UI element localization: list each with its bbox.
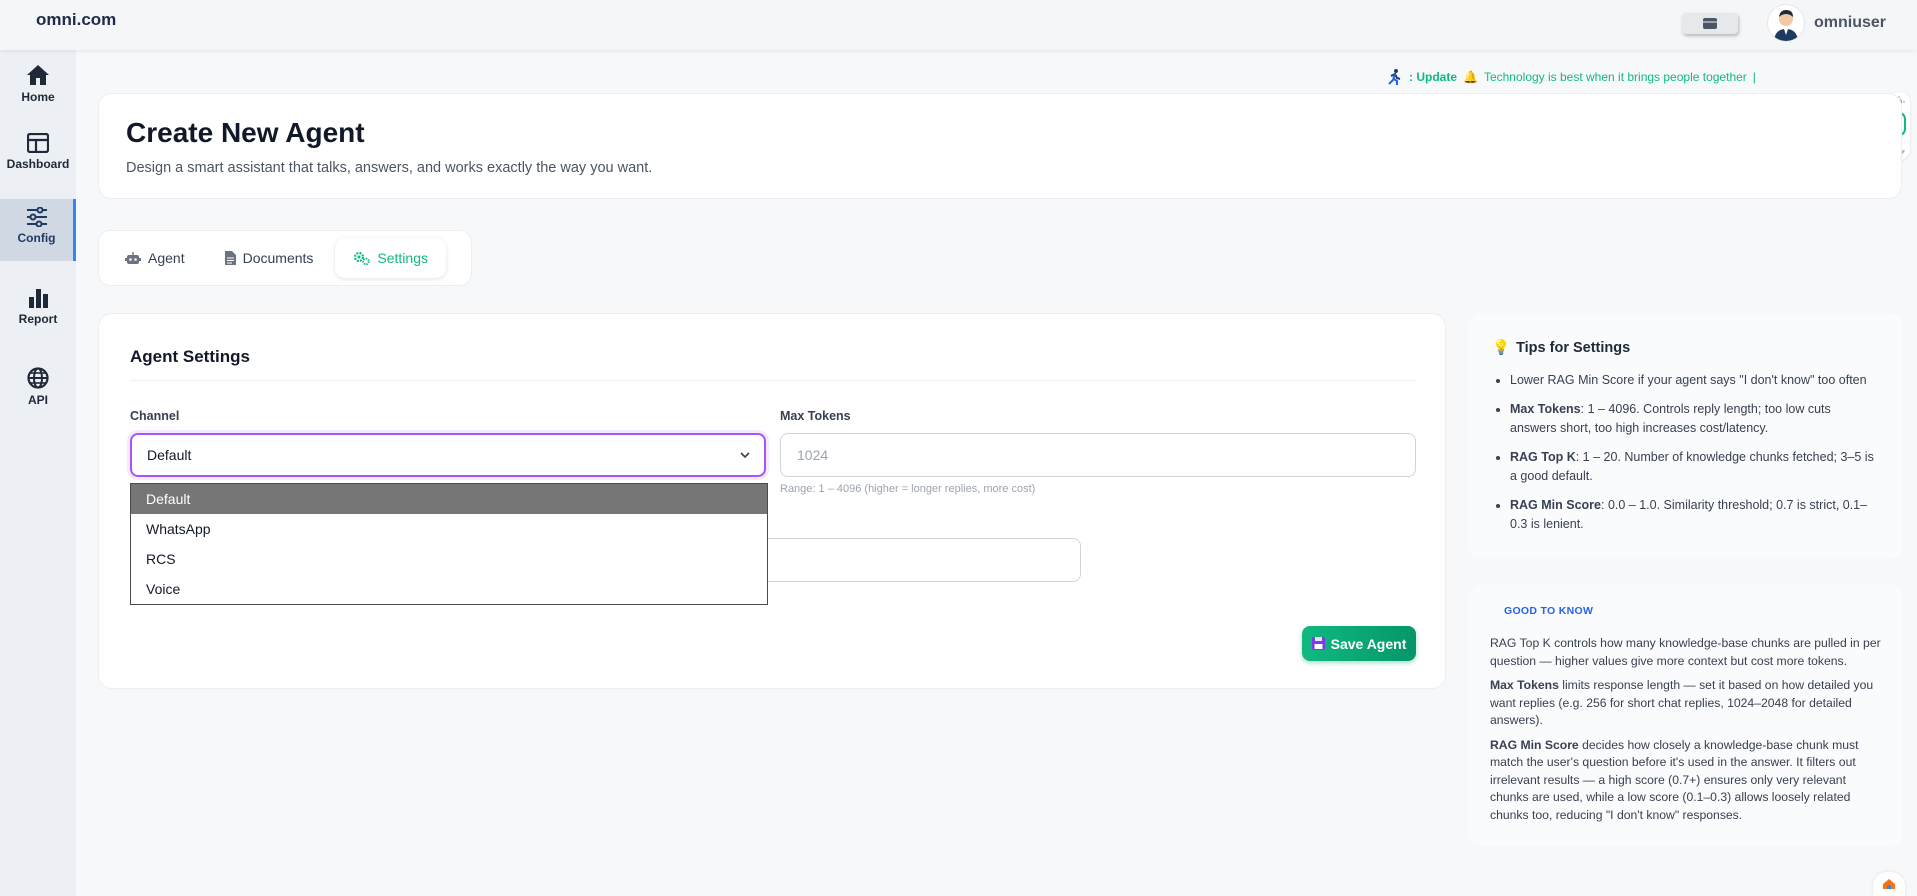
info-paragraph: RAG Top K controls how many knowledge-ba… [1490,635,1886,670]
channel-dropdown-list: Default WhatsApp RCS Voice [130,483,768,605]
info-term: Max Tokens [1490,678,1559,692]
agent-settings-card: Agent Settings Channel Default Max Token… [98,313,1446,689]
tab-label: Settings [377,250,428,266]
tip-term: RAG Min Score [1510,498,1601,512]
sidebar-item-home[interactable]: Home [0,56,76,118]
tab-documents[interactable]: Documents [207,238,332,278]
good-to-know-card: GOOD TO KNOW RAG Top K controls how many… [1468,584,1903,846]
tips-title: 💡 Tips for Settings [1492,339,1631,357]
divider [130,380,1416,381]
sidebar-item-dashboard[interactable]: Dashboard [0,125,76,187]
page-header: Create New Agent Design a smart assistan… [98,93,1902,199]
info-paragraph: Max Tokens limits response length — set … [1490,677,1886,730]
tab-label: Documents [242,250,314,266]
save-agent-button[interactable]: Save Agent [1302,626,1416,661]
channel-select[interactable]: Default [130,433,766,477]
channel-option-rcs[interactable]: RCS [131,544,767,574]
max-tokens-hint: Range: 1 – 4096 (higher = longer replies… [780,483,1036,495]
ticker-cursor: | [1752,70,1756,84]
channel-option-whatsapp[interactable]: WhatsApp [131,514,767,544]
dashboard-icon [27,133,49,153]
tip-item: Lower RAG Min Score if your agent says "… [1510,371,1880,390]
tab-bar: Agent Documents Settings [98,230,472,286]
sidebar-item-label: Home [21,90,55,104]
tips-title-text: Tips for Settings [1516,339,1631,356]
help-widget-button[interactable] [1873,872,1905,896]
good-to-know-title: GOOD TO KNOW [1504,605,1594,617]
tip-text: Lower RAG Min Score if your agent says "… [1510,373,1867,387]
document-icon [224,251,236,265]
save-button-label: Save Agent [1330,635,1407,652]
globe-icon [27,367,49,389]
tab-label: Agent [148,250,185,266]
sidebar: Home Dashboard Config Report API [0,50,76,896]
good-to-know-body: RAG Top K controls how many knowledge-ba… [1490,635,1886,831]
channel-selected-value: Default [147,447,192,463]
tip-term: RAG Top K [1510,450,1576,464]
tab-settings[interactable]: Settings [335,238,446,278]
chevron-down-icon [740,452,750,459]
sidebar-item-api[interactable]: API [0,359,76,421]
ticker-prefix: : Update [1409,70,1457,84]
channel-option-default[interactable]: Default [131,484,767,514]
card-icon [1703,18,1717,29]
tip-item: RAG Top K: 1 – 20. Number of knowledge c… [1510,448,1880,486]
section-title: Agent Settings [130,347,250,366]
info-text: RAG Top K controls how many knowledge-ba… [1490,636,1881,668]
sidebar-item-report[interactable]: Report [0,280,76,342]
wallet-button[interactable] [1682,13,1738,34]
tip-term: Max Tokens [1510,402,1581,416]
sidebar-item-label: Config [17,231,56,245]
house-icon [1883,879,1895,889]
info-paragraph: RAG Min Score decides how closely a know… [1490,737,1886,825]
sidebar-item-label: Dashboard [6,157,70,171]
home-icon [27,65,49,85]
running-person-icon [1388,69,1401,85]
lightbulb-icon: 💡 [1492,340,1511,356]
avatar-icon [1774,10,1798,41]
brand-logo[interactable]: omni.com [36,10,116,30]
channel-label: Channel [130,409,180,423]
sliders-icon [26,207,47,227]
page-title: Create New Agent [126,117,365,148]
ticker-message: Technology is best when it brings people… [1483,70,1747,84]
tab-agent[interactable]: Agent [107,238,203,278]
max-tokens-label: Max Tokens [780,409,851,423]
update-ticker: : Update 🔔 Technology is best when it br… [1385,68,1756,86]
user-avatar[interactable] [1768,5,1804,41]
username[interactable]: omniuser [1814,14,1886,32]
tip-item: Max Tokens: 1 – 4096. Controls reply len… [1510,400,1880,438]
sidebar-item-config[interactable]: Config [0,199,76,261]
tips-list: Lower RAG Min Score if your agent says "… [1510,371,1880,544]
page-subtitle: Design a smart assistant that talks, ans… [126,160,653,176]
tip-item: RAG Min Score: 0.0 – 1.0. Similarity thr… [1510,496,1880,534]
top-bar: omni.com omniuser [0,0,1917,50]
tips-card: 💡 Tips for Settings Lower RAG Min Score … [1468,313,1903,559]
channel-option-voice[interactable]: Voice [131,574,767,604]
sidebar-item-label: API [27,393,48,407]
floppy-disk-icon [1311,637,1325,650]
bell-icon: 🔔 [1463,70,1478,84]
robot-icon [125,251,141,264]
info-term: RAG Min Score [1490,737,1579,752]
gears-icon [354,251,371,265]
max-tokens-input[interactable] [780,433,1416,477]
sidebar-item-label: Report [18,312,58,326]
bar-chart-icon [29,289,48,308]
